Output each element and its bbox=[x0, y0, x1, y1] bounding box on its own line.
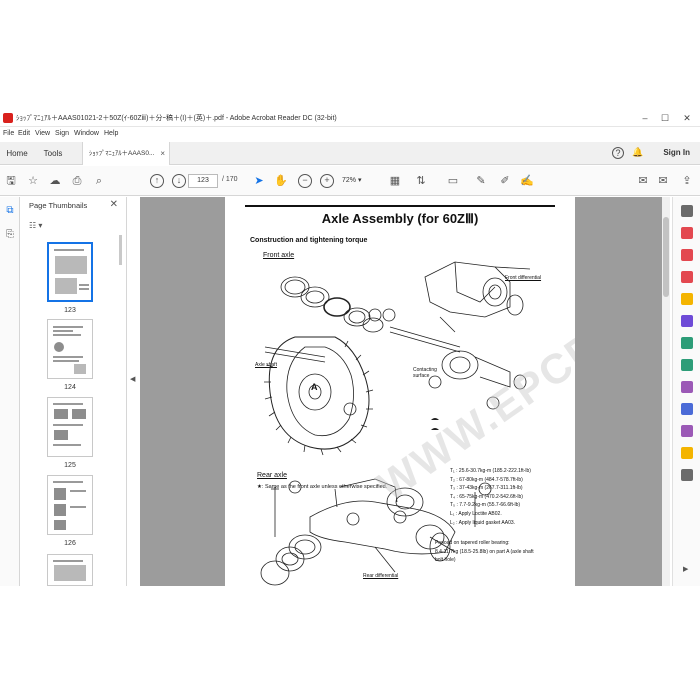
notification-bell-icon[interactable]: 🔔 bbox=[632, 147, 643, 158]
zoom-out-icon[interactable]: − bbox=[298, 174, 312, 188]
acrobat-app-icon bbox=[3, 113, 13, 123]
thumbnail-label: 124 bbox=[64, 384, 76, 391]
sign-in-button[interactable]: Sign In bbox=[663, 148, 690, 157]
panel-close-icon[interactable]: ✕ bbox=[110, 199, 118, 210]
save-icon[interactable]: 🖫 bbox=[4, 174, 18, 188]
tab-close-icon[interactable]: × bbox=[160, 142, 165, 165]
thumbnail-label: 126 bbox=[64, 540, 76, 547]
right-tools-pane: ▶ bbox=[672, 197, 700, 586]
preload-line: Preload on tapered roller bearing: bbox=[435, 540, 510, 546]
thumbnail-options-icon[interactable]: ☷ ▾ bbox=[29, 221, 42, 230]
request-signature-icon[interactable] bbox=[681, 425, 693, 437]
menu-bar: File Edit View Sign Window Help bbox=[0, 128, 700, 142]
acrobat-window: ｼｮｯﾌﾟﾏﾆｭｱﾙ＋AAAS01021-2＋50Z(ｲ-60Zⅲ)＋分ｰ稿＋(… bbox=[0, 110, 700, 586]
comment-tool-icon[interactable] bbox=[681, 293, 693, 305]
torque-t4: T₄ : 65-75kg-m (470.2-542.6ft-lb) bbox=[450, 493, 523, 500]
gasket-l2: L₂ : Apply liquid gasket AA03. bbox=[450, 519, 516, 526]
close-window-icon[interactable]: ✕ bbox=[680, 112, 694, 124]
panel-header: Page Thumbnails bbox=[29, 201, 88, 210]
collapse-tools-icon[interactable]: ▶ bbox=[683, 565, 688, 573]
zoom-in-icon[interactable]: + bbox=[320, 174, 334, 188]
export-pdf-icon[interactable] bbox=[681, 227, 693, 239]
thumbnail-page[interactable] bbox=[47, 397, 93, 457]
attachments-icon[interactable]: ⎘ bbox=[4, 229, 16, 241]
edit-pdf-icon[interactable] bbox=[681, 271, 693, 283]
torque-t5: T₅ : 7.7-9.2kg-m (55.7-66.6ft-lb) bbox=[450, 502, 521, 509]
scan-ocr-icon[interactable] bbox=[681, 359, 693, 371]
mail-icon[interactable]: ✉ bbox=[656, 174, 670, 188]
create-pdf-icon[interactable] bbox=[681, 249, 693, 261]
select-cursor-icon[interactable]: ➤ bbox=[252, 174, 266, 188]
search-tools-icon[interactable] bbox=[681, 205, 693, 217]
collapse-panel-icon[interactable]: ◀ bbox=[130, 375, 135, 383]
tab-document-label: ｼｮｯﾌﾟﾏﾆｭｱﾙ＋AAAS0... bbox=[89, 150, 155, 157]
title-bar: ｼｮｯﾌﾟﾏﾆｭｱﾙ＋AAAS01021-2＋50Z(ｲ-60Zⅲ)＋分ｰ稿＋(… bbox=[0, 110, 700, 127]
page-number-input[interactable]: 123 bbox=[188, 174, 218, 188]
zoom-level-value: 72% bbox=[342, 177, 357, 184]
preload-line: bolt hole) bbox=[435, 557, 456, 564]
menu-edit[interactable]: Edit bbox=[18, 130, 30, 137]
maximize-icon[interactable]: ☐ bbox=[658, 112, 672, 124]
scroll-mode-icon[interactable]: ⇅ bbox=[414, 174, 428, 188]
thumbnail-page[interactable] bbox=[47, 554, 93, 586]
page-total: / 170 bbox=[222, 176, 238, 183]
organize-pages-icon[interactable] bbox=[681, 337, 693, 349]
menu-sign[interactable]: Sign bbox=[55, 130, 69, 137]
page-display-icon[interactable]: ▦ bbox=[388, 174, 402, 188]
tightening-torque-list: T₁ : 25.6-30.7kg-m (185.2-222.1ft-lb) T₂… bbox=[450, 467, 531, 527]
axle-exploded-diagram bbox=[260, 261, 531, 586]
left-nav-rail: ⧉ ⎘ bbox=[0, 197, 20, 586]
zoom-level-select[interactable]: 72% ▾ bbox=[342, 174, 376, 188]
help-icon[interactable]: ? bbox=[612, 147, 624, 159]
menu-window[interactable]: Window bbox=[74, 130, 99, 137]
page-thumbnails-panel: Page Thumbnails ✕ ☷ ▾ 123 124 125 126 bbox=[21, 197, 127, 586]
fill-sign-tool-icon[interactable] bbox=[681, 381, 693, 393]
thumbnail-label: 125 bbox=[64, 462, 76, 469]
scrollbar-thumb[interactable] bbox=[663, 217, 669, 297]
stamp-icon[interactable] bbox=[681, 447, 693, 459]
tab-document[interactable]: ｼｮｯﾌﾟﾏﾆｭｱﾙ＋AAAS0... × bbox=[82, 142, 170, 165]
thumbnail-page[interactable] bbox=[47, 475, 93, 535]
page-thumbnails-icon[interactable]: ⧉ bbox=[4, 205, 16, 217]
main-toolbar: 🖫 ☆ ☁ ⎙ ⌕ ↑ ↓ 123 / 170 ➤ ✋ − + 72% ▾ ▦ … bbox=[0, 166, 700, 196]
pdf-page: Axle Assembly (for 60ZⅢ) Construction an… bbox=[225, 197, 575, 586]
thumbnail-label: 123 bbox=[64, 307, 76, 314]
bookmark-star-icon[interactable]: ☆ bbox=[26, 174, 40, 188]
minimize-icon[interactable]: – bbox=[638, 112, 652, 124]
thumbnail-page[interactable] bbox=[47, 242, 93, 302]
comment-icon[interactable]: ▭ bbox=[446, 174, 460, 188]
more-tools-icon[interactable] bbox=[681, 469, 693, 481]
document-scrollbar[interactable] bbox=[662, 197, 670, 586]
tab-home[interactable]: Home bbox=[0, 142, 34, 165]
fill-sign-icon[interactable]: ✍ bbox=[520, 174, 534, 188]
tab-bar: Home Tools ｼｮｯﾌﾟﾏﾆｭｱﾙ＋AAAS0... × ? 🔔 Sig… bbox=[0, 142, 700, 165]
tab-tools[interactable]: Tools bbox=[36, 142, 70, 165]
preload-note: Preload on tapered roller bearing: 8.4-1… bbox=[435, 539, 534, 565]
preload-line: 8.4-11.7kg (18.5-25.8lb) on part A (axle… bbox=[435, 548, 534, 555]
panel-scrollbar[interactable] bbox=[119, 235, 122, 265]
highlight-pen-icon[interactable]: ✎ bbox=[474, 174, 488, 188]
torque-t3: T₃ : 37-43kg-m (267.7-311.1ft-lb) bbox=[450, 485, 523, 492]
print-icon[interactable]: ⎙ bbox=[70, 174, 84, 188]
comment-bubble-icon[interactable]: ✉ bbox=[636, 174, 650, 188]
protect-icon[interactable] bbox=[681, 403, 693, 415]
thumbnail-page[interactable] bbox=[47, 319, 93, 379]
upload-cloud-icon[interactable]: ☁ bbox=[48, 174, 62, 188]
menu-help[interactable]: Help bbox=[104, 130, 118, 137]
torque-t1: T₁ : 25.6-30.7kg-m (185.2-222.1ft-lb) bbox=[450, 468, 531, 474]
hand-tool-icon[interactable]: ✋ bbox=[274, 174, 288, 188]
loctite-l1: L₁ : Apply Loctite AB02. bbox=[450, 510, 502, 517]
share-icon[interactable]: ⇪ bbox=[680, 174, 694, 188]
next-page-icon[interactable]: ↓ bbox=[172, 174, 186, 188]
draw-icon[interactable]: ✐ bbox=[498, 174, 512, 188]
torque-t2: T₂ : 67-80kg-m (484.7-578.7ft-lb) bbox=[450, 476, 523, 483]
previous-page-icon[interactable]: ↑ bbox=[150, 174, 164, 188]
window-title: ｼｮｯﾌﾟﾏﾆｭｱﾙ＋AAAS01021-2＋50Z(ｲ-60Zⅲ)＋分ｰ稿＋(… bbox=[16, 115, 337, 122]
document-view[interactable]: Axle Assembly (for 60ZⅢ) Construction an… bbox=[140, 197, 662, 586]
menu-file[interactable]: File bbox=[3, 130, 14, 137]
find-icon[interactable]: ⌕ bbox=[92, 174, 106, 188]
menu-view[interactable]: View bbox=[35, 130, 50, 137]
combine-files-icon[interactable] bbox=[681, 315, 693, 327]
